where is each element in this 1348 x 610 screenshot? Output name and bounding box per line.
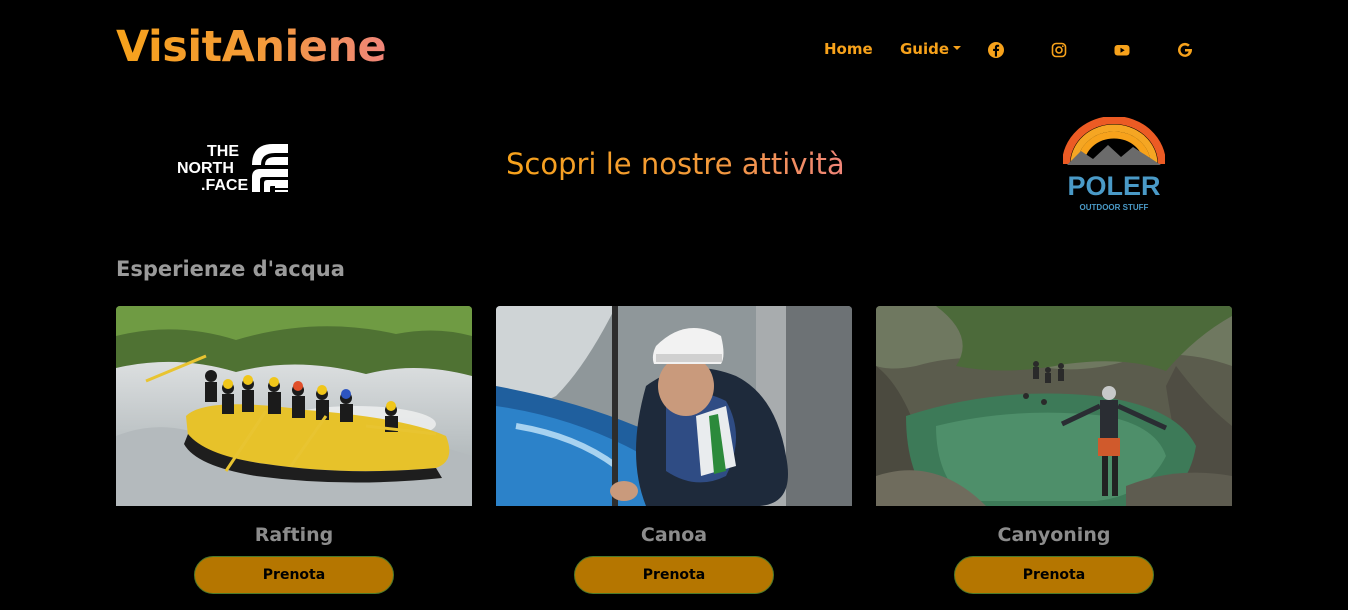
svg-text:NORTH: NORTH [177,160,234,177]
book-button-canyoning[interactable]: Prenota [954,556,1154,594]
hero-title: Scopri le nostre attività [506,147,845,181]
nav-home[interactable]: Home [824,40,873,58]
book-button-canoa[interactable]: Prenota [574,556,774,594]
canoa-image [496,306,852,506]
activity-card-rafting: Rafting Prenota [116,306,472,594]
activity-title: Rafting [254,524,334,546]
youtube-icon[interactable] [1113,41,1131,59]
svg-text:POLER: POLER [1067,171,1160,201]
the-north-face-logo: THE NORTH .FACE [177,143,288,193]
brand-logo[interactable]: VisitAniene [116,22,387,72]
instagram-icon[interactable] [1050,41,1068,59]
activity-card-canoa: Canoa Prenota [496,306,852,594]
svg-text:.FACE: .FACE [201,177,248,193]
nav-guide-dropdown[interactable]: Guide [900,40,962,58]
section-title: Esperienze d'acqua [116,257,345,281]
svg-text:THE: THE [207,143,239,160]
poler-logo: POLER OUTDOOR STUFF [1063,117,1165,212]
nav-guide-label: Guide [900,40,950,58]
google-icon[interactable] [1176,41,1194,59]
book-button-rafting[interactable]: Prenota [194,556,394,594]
navbar: VisitAniene Home Guide [0,0,1348,100]
chevron-down-icon [953,45,962,50]
activity-title: Canoa [640,524,708,546]
rafting-image [116,306,472,506]
activity-card-canyoning: Canyoning Prenota [876,306,1232,594]
canyoning-image [876,306,1232,506]
activity-title: Canyoning [997,524,1111,546]
svg-text:OUTDOOR STUFF: OUTDOOR STUFF [1080,203,1149,212]
facebook-icon[interactable] [987,41,1005,59]
